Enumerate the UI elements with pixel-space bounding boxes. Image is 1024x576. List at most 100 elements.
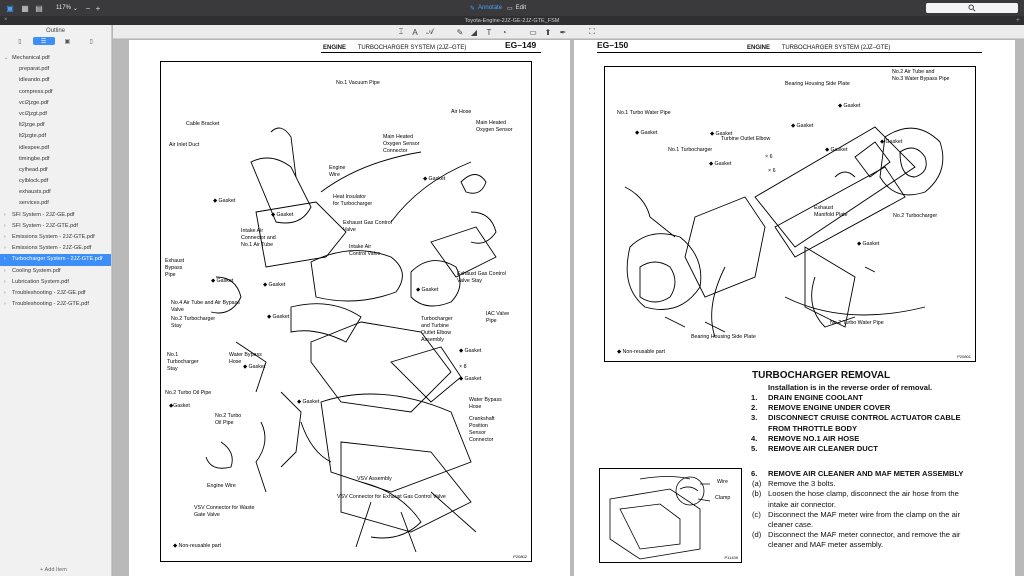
diagram-label: Air Hose	[451, 109, 472, 115]
diagram-label: VSV Assembly	[357, 476, 392, 482]
search-input[interactable]	[926, 3, 1018, 13]
chevron-right-icon[interactable]: ›	[4, 210, 6, 221]
sidebar-item[interactable]: › Lubrication System.pdf	[0, 277, 111, 288]
highlighter-icon[interactable]: ◢	[469, 27, 479, 37]
sidebar-item[interactable]: idleando.pdf	[0, 75, 111, 86]
diagram-label: ◆ Gasket	[791, 123, 814, 129]
annotate-button[interactable]: ✎ Annotate	[470, 0, 502, 16]
thumbnails-icon[interactable]: ▤	[33, 0, 45, 16]
zoom-in-button[interactable]: +	[92, 0, 104, 16]
chevron-down-icon[interactable]: ⌄	[4, 53, 8, 64]
step-text: FROM THROTTLE BODY	[768, 423, 858, 433]
header-rule	[597, 52, 982, 53]
sidebar-toggle-icon[interactable]: ▣	[4, 0, 16, 16]
sidebar-item[interactable]: cylhead.pdf	[0, 165, 111, 176]
diagram-label: ◆ Non-reusable part	[173, 543, 221, 549]
diagram-label: Main Heated	[383, 134, 414, 140]
sidebar-item[interactable]: vci2jzge.pdf	[0, 98, 111, 109]
diagram-label: Assembly	[421, 337, 444, 343]
sidebar-item[interactable]: › Turbocharger System - 2JZ-GTE.pdf	[0, 254, 111, 266]
sidebar-item[interactable]: › Emissions System - 2JZ-GTE.pdf	[0, 232, 111, 243]
sidebar-item[interactable]: › Emissions System - 2JZ-GE.pdf	[0, 243, 111, 254]
diagram-label: Sensor	[469, 430, 486, 436]
chevron-right-icon[interactable]: ›	[4, 288, 6, 299]
tab-thumbnails[interactable]: ▣	[56, 37, 78, 45]
diagram-label: ◆ Gasket	[635, 130, 658, 136]
chevron-right-icon[interactable]: ›	[4, 221, 6, 232]
sidebar-item[interactable]: › Cooling System.pdf	[0, 266, 111, 277]
grid-view-icon[interactable]: ▦	[19, 0, 31, 16]
chevron-right-icon[interactable]: ›	[4, 243, 6, 254]
diagram-label: Engine Wire	[207, 483, 236, 489]
font-icon[interactable]: A	[410, 27, 420, 37]
sidebar-item-label: Emissions System - 2JZ-GE.pdf	[12, 245, 92, 252]
sidebar-item[interactable]: vci2jzgt.pdf	[0, 109, 111, 120]
sidebar-item[interactable]: cylblock.pdf	[0, 176, 111, 187]
diagram-label: × 6	[765, 154, 773, 160]
sidebar-item[interactable]: compress.pdf	[0, 87, 111, 98]
shapes-icon[interactable]: ◔	[499, 27, 509, 37]
diagram-label: Pipe	[486, 318, 497, 324]
diagram-label: ◆ Gasket	[243, 364, 266, 370]
chevron-right-icon[interactable]: ›	[4, 254, 6, 265]
diagram-label: No.1 Turbo Water Pipe	[617, 110, 671, 116]
sidebar-item[interactable]: preparat.pdf	[0, 64, 111, 75]
diagram-label: ◆ Non-reusable part	[617, 349, 665, 355]
diagram-label: VSV Connector for Exhaust Gas Control Va…	[337, 494, 446, 500]
diagram-label: ◆ Gasket	[297, 399, 320, 405]
zoom-level: 117%	[56, 5, 71, 11]
sign-pen-icon[interactable]: ✒	[558, 27, 568, 37]
crop-icon[interactable]: ⛶	[587, 27, 597, 37]
sidebar-item[interactable]: idlespee.pdf	[0, 143, 111, 154]
list-icon: ☰	[40, 38, 47, 45]
sidebar-item[interactable]: › Troubleshooting - 2JZ-GE.pdf	[0, 288, 111, 299]
sidebar-item-label: timingbe.pdf	[19, 155, 50, 162]
document-area[interactable]: ENGINE TURBOCHARGER SYSTEM (2JZ–GTE) EG–…	[113, 40, 1024, 576]
diagram-label: Manifold Plate	[814, 212, 848, 218]
sidebar-item[interactable]: lt2jzge.pdf	[0, 120, 111, 131]
step-text: DRAIN ENGINE COOLANT	[768, 393, 863, 402]
step-number: 2.	[751, 403, 758, 413]
pencil-icon[interactable]: ✎	[455, 27, 465, 37]
substep-text: Loosen the hose clamp, disconnect the ai…	[768, 489, 959, 499]
sidebar-item[interactable]: exhausts.pdf	[0, 187, 111, 198]
chevron-right-icon[interactable]: ›	[4, 299, 6, 310]
sidebar-item[interactable]: ⌄ Mechanical.pdf	[0, 53, 111, 64]
sidebar-item[interactable]: › SFI System - 2JZ-GE.pdf	[0, 210, 111, 221]
sidebar-item[interactable]: › Troubleshooting - 2JZ-GTE.pdf	[0, 299, 111, 310]
tab-outline[interactable]: ☰	[32, 37, 55, 45]
substep-text: Disconnect the MAF meter connector, and …	[768, 530, 961, 540]
diagram-label: Connector	[469, 437, 494, 443]
diagram-label: Bearing Housing Side Plate	[785, 81, 850, 87]
tab-pages[interactable]: ▯	[80, 37, 102, 45]
sidebar-item[interactable]: lt2jzgte.pdf	[0, 131, 111, 142]
sidebar-item[interactable]: timingbe.pdf	[0, 154, 111, 165]
stamp-icon[interactable]: ⬆	[543, 27, 553, 37]
tab-bookmarks[interactable]: ▯	[9, 37, 31, 45]
chevron-right-icon[interactable]: ›	[4, 232, 6, 243]
pen-icon: ✎	[470, 5, 476, 12]
diagram-label: Turbocharger	[167, 359, 199, 365]
comment-icon[interactable]: ▭	[528, 27, 538, 37]
outline-list: ⌄ Mechanical.pdf preparat.pdf idleando.pdf c…	[0, 53, 111, 310]
chevron-right-icon[interactable]: ›	[4, 266, 6, 277]
sidebar-item[interactable]: services.pdf	[0, 198, 111, 209]
signature-icon[interactable]: 𝒜	[425, 27, 435, 37]
diagram-label: No.2 Air Tube and	[892, 69, 935, 75]
sidebar-title: Outline	[45, 28, 65, 34]
text-box-icon[interactable]: T	[484, 27, 494, 37]
page-icon: ▯	[89, 38, 93, 45]
text-selection-icon[interactable]: ⌶	[396, 27, 406, 37]
exploded-diagram-left: No.1 Vacuum Pipe Cable Bracket Air Hose Mai…	[160, 61, 532, 562]
chevron-right-icon[interactable]: ›	[4, 277, 6, 288]
edit-button[interactable]: ▭ Edit	[507, 0, 526, 16]
close-tab-icon[interactable]: ×	[4, 16, 8, 25]
new-tab-button[interactable]: +	[1016, 16, 1020, 25]
diagram-label: No.3 Water Bypass Pipe	[892, 76, 950, 82]
diagram-label: Wire	[329, 172, 340, 178]
zoom-control[interactable]: 117% ⌄	[56, 0, 78, 16]
diagram-label: Connector	[383, 148, 408, 154]
add-item-button[interactable]: + Add Item	[40, 567, 67, 573]
pdf-page-eg149: ENGINE TURBOCHARGER SYSTEM (2JZ–GTE) EG–…	[129, 40, 570, 576]
sidebar-item[interactable]: › SFI System - 2JZ-GTE.pdf	[0, 221, 111, 232]
